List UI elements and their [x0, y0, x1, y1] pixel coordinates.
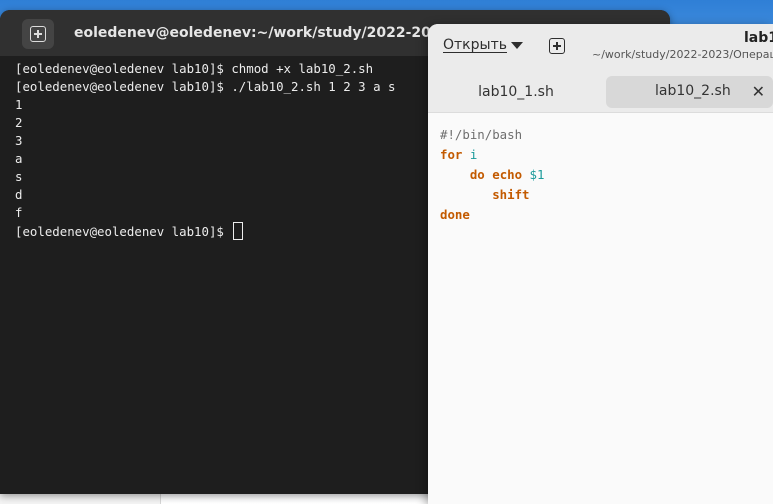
code-keyword: for: [440, 147, 463, 162]
editor-title: lab1: [744, 30, 773, 46]
code-variable: i: [469, 147, 478, 162]
code-variable: $1: [529, 167, 545, 182]
terminal-title: eoledenev@eoledenev:~/work/study/2022-20…: [74, 25, 487, 41]
code-line: shift: [440, 185, 773, 205]
text-editor-window[interactable]: Открыть lab1 ~/work/study/2022-2023/Опер…: [428, 24, 773, 504]
code-line: #!/bin/bash: [440, 125, 773, 145]
code-keyword: done: [440, 207, 470, 222]
tab-label: lab10_1.sh: [478, 84, 554, 100]
tab-label: lab10_2.sh: [655, 83, 731, 99]
code-keyword: echo: [492, 167, 523, 182]
new-tab-icon: [30, 26, 46, 42]
code-line: for i: [440, 145, 773, 165]
code-editor[interactable]: #!/bin/bash for i do echo $1 shift done: [428, 113, 773, 225]
editor-path: ~/work/study/2022-2023/Операц: [592, 48, 773, 61]
code-line: do echo $1: [440, 165, 773, 185]
open-button[interactable]: Открыть: [443, 37, 507, 53]
code-keyword: do: [469, 167, 485, 182]
new-document-icon[interactable]: [549, 38, 565, 54]
editor-header: Открыть lab1 ~/work/study/2022-2023/Опер…: [428, 24, 773, 70]
code-keyword: shift: [492, 187, 530, 202]
close-icon[interactable]: ✕: [752, 82, 765, 101]
code-line: done: [440, 205, 773, 225]
code-shebang: #!/bin/bash: [440, 127, 523, 142]
tab-lab10-1[interactable]: lab10_1.sh: [438, 76, 594, 108]
chevron-down-icon[interactable]: [511, 42, 523, 49]
tab-lab10-2[interactable]: lab10_2.sh ✕: [606, 76, 773, 108]
terminal-cursor: [233, 222, 244, 240]
editor-tabs: lab10_1.sh lab10_2.sh ✕: [428, 70, 773, 113]
new-tab-button[interactable]: [22, 19, 54, 49]
terminal-prompt: [eoledenev@eoledenev lab10]$: [15, 224, 232, 239]
